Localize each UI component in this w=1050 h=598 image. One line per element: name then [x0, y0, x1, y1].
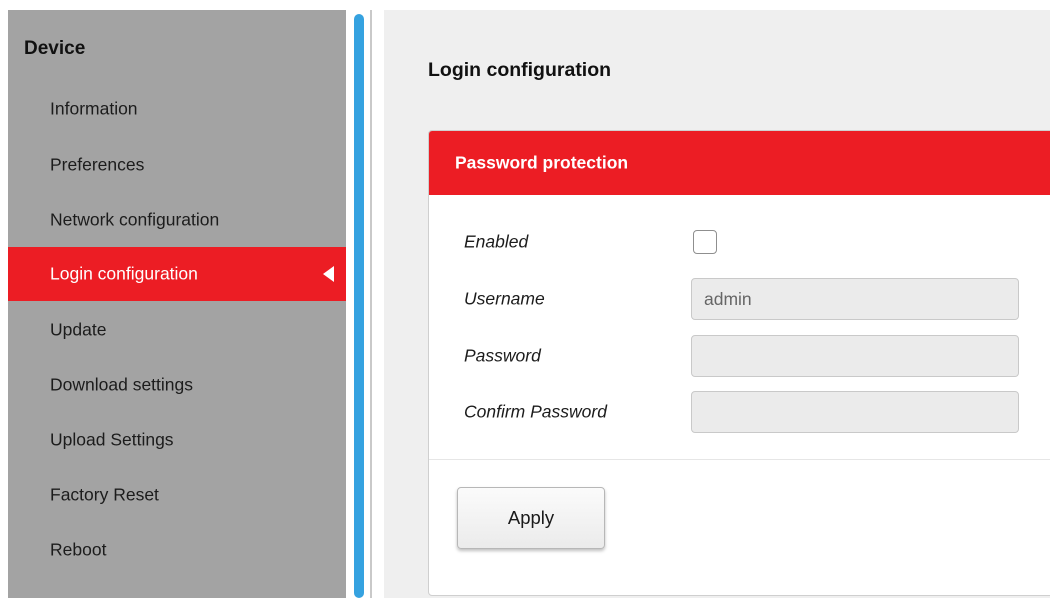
sidebar-item-factory-reset[interactable]: Factory Reset [8, 468, 346, 522]
password-protection-card: Password protection Enabled Username Pas… [428, 130, 1050, 596]
sidebar-item-reboot[interactable]: Reboot [8, 523, 346, 577]
username-row: Username [429, 277, 1050, 321]
sidebar-item-label: Factory Reset [50, 484, 159, 505]
main-content: Login configuration Password protection … [384, 10, 1050, 598]
enabled-row: Enabled [429, 220, 1050, 264]
password-row: Password [429, 334, 1050, 378]
sidebar-item-label: Preferences [50, 154, 145, 175]
sidebar-item-label: Upload Settings [50, 429, 174, 450]
card-header: Password protection [429, 131, 1050, 195]
sidebar-item-label: Information [50, 98, 138, 119]
panel-divider [370, 10, 372, 598]
card-footer-divider [429, 459, 1050, 460]
sidebar-item-network-configuration[interactable]: Network configuration [8, 193, 346, 247]
sidebar-item-update[interactable]: Update [8, 303, 346, 357]
password-label: Password [464, 345, 541, 366]
sidebar-item-preferences[interactable]: Preferences [8, 138, 346, 192]
active-indicator-icon [323, 266, 334, 282]
confirm-password-row: Confirm Password [429, 390, 1050, 434]
sidebar-item-label: Download settings [50, 374, 193, 395]
enabled-checkbox[interactable] [693, 230, 717, 254]
sidebar-item-login-configuration[interactable]: Login configuration [8, 247, 346, 301]
sidebar-item-information[interactable]: Information [8, 82, 346, 136]
sidebar-heading: Device [24, 38, 86, 59]
sidebar-item-label: Login configuration [50, 263, 198, 284]
sidebar-item-label: Update [50, 319, 107, 340]
sidebar-item-download-settings[interactable]: Download settings [8, 358, 346, 412]
sidebar-item-upload-settings[interactable]: Upload Settings [8, 413, 346, 467]
enabled-label: Enabled [464, 231, 529, 252]
username-label: Username [464, 288, 545, 309]
confirm-password-label: Confirm Password [464, 401, 607, 422]
sidebar-item-label: Network configuration [50, 209, 220, 230]
password-input[interactable] [691, 335, 1019, 377]
confirm-password-input[interactable] [691, 391, 1019, 433]
apply-button[interactable]: Apply [457, 487, 605, 549]
page-title: Login configuration [428, 59, 612, 81]
username-input[interactable] [691, 278, 1019, 320]
sidebar-item-label: Reboot [50, 539, 107, 560]
sidebar-scrollbar[interactable] [354, 14, 364, 598]
sidebar: Device Information Preferences Network c… [8, 10, 346, 598]
card-header-title: Password protection [455, 152, 629, 173]
